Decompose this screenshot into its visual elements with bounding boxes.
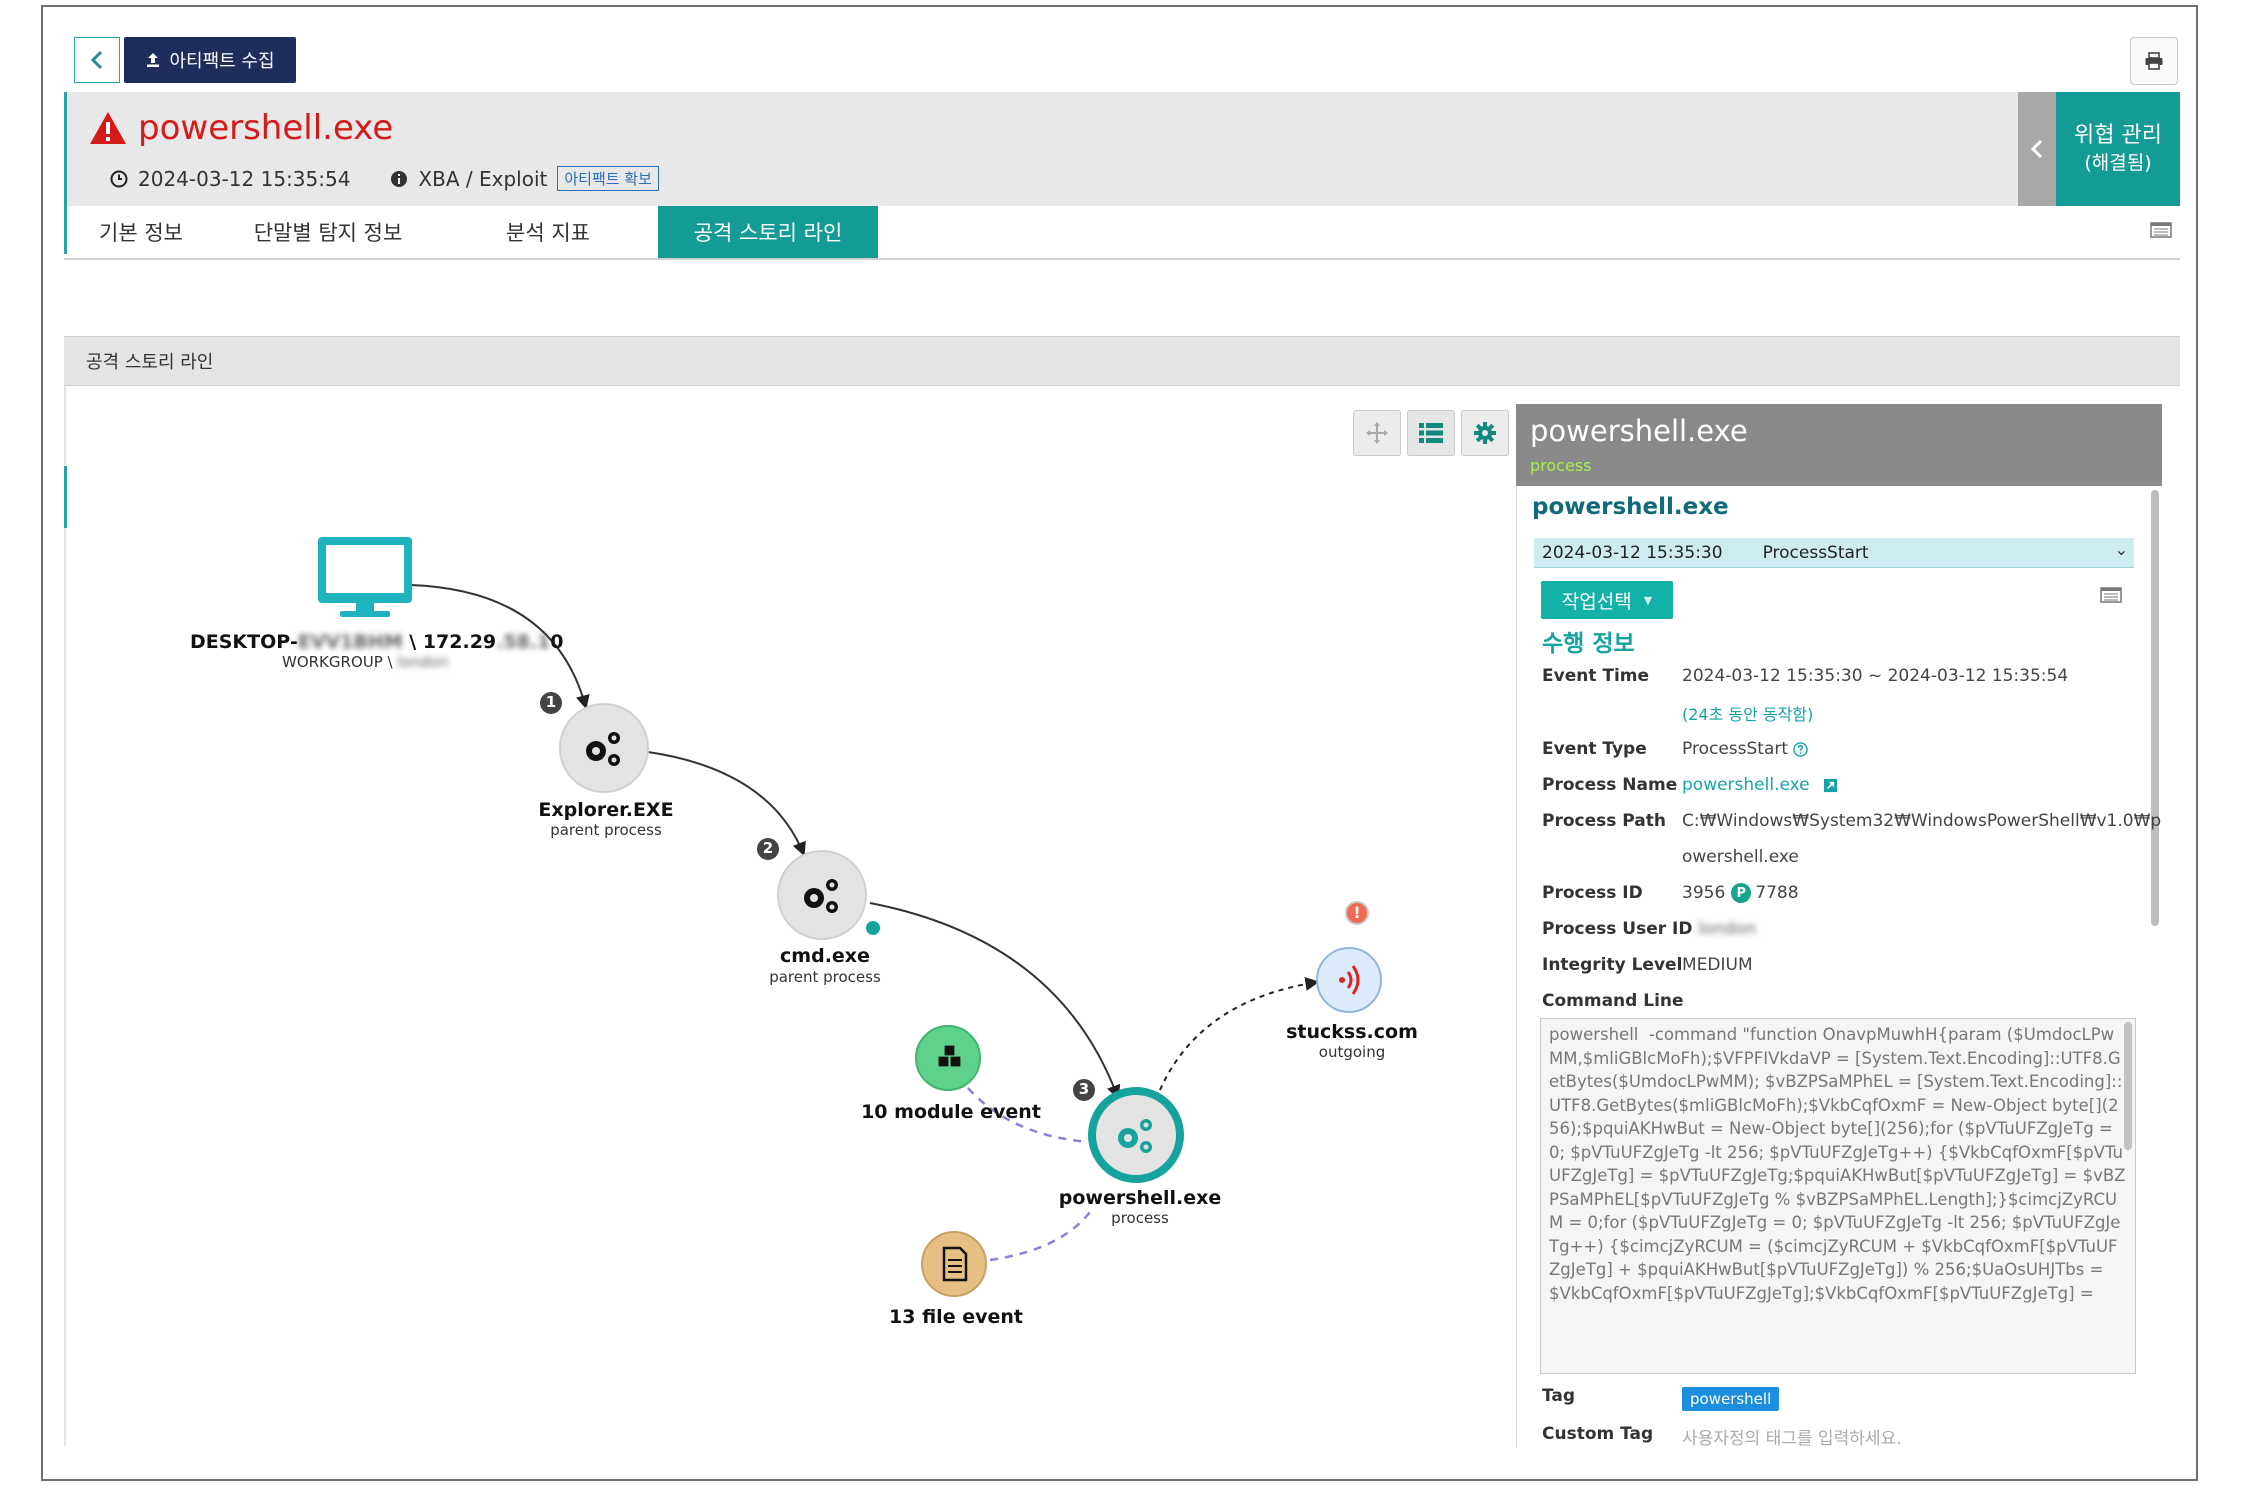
process-path-value-1: C:₩Windows₩System32₩WindowsPowerShell₩v1… [1682,811,2162,831]
integrity-level-label: Integrity Level [1542,955,1683,975]
storyline-graph [318,537,1382,1297]
integrity-level-value: MEDIUM [1682,955,1753,975]
card-view-icon[interactable] [2100,587,2122,607]
threat-management-label: 위협 관리 [2074,123,2162,149]
help-icon[interactable] [1793,741,1809,757]
process-path-value-2: owershell.exe [1682,847,1799,867]
process-id-label: Process ID [1542,883,1643,903]
powershell-node-target[interactable] [1088,1087,1184,1183]
step-number-2: 2 [762,839,774,857]
job-select-label: 작업선택 [1561,590,1632,613]
event-type-label: Event Type [1542,739,1647,759]
detail-panel-scrollbar[interactable] [2151,490,2159,926]
stuckss-sublabel: outgoing [1318,1043,1386,1061]
process-id-field: 3956 P 7788 [1682,883,1799,903]
threat-panel-toggle[interactable] [2018,92,2056,206]
process-id-value: 3956 [1682,883,1726,903]
process-name-label: Process Name [1542,775,1678,795]
tag-label: Tag [1542,1386,1576,1406]
explorer-label: Explorer.EXE [538,799,674,821]
parent-process-id: 7788 [1755,883,1799,903]
chevron-left-icon [2030,139,2043,159]
module-node-target[interactable] [916,1026,980,1090]
process-name-link[interactable]: powershell.exe [1682,775,1810,795]
event-type-value: ProcessStart [1682,739,1789,759]
alert-badge: ! [1353,903,1361,922]
stuckss-node-target[interactable] [1317,948,1381,1012]
process-name-heading: powershell.exe [1532,494,1729,520]
card-view-icon[interactable] [2150,222,2172,242]
command-line-label: Command Line [1542,991,1684,1011]
execution-info-title: 수행 정보 [1542,631,1635,657]
caret-down-icon: ▼ [1643,593,1653,607]
module-event-label: 10 module event [861,1101,1041,1123]
custom-tag-label: Custom Tag [1542,1424,1654,1444]
custom-tag-input[interactable]: 사용자정의 태그를 입력하세요. [1682,1424,1902,1449]
external-link-icon[interactable] [1823,778,1838,793]
event-duration-note: (24초 동안 동작함) [1682,705,1814,724]
parent-process-badge: P [1731,883,1752,903]
stuckss-label: stuckss.com [1286,1021,1418,1043]
step-number-1: 1 [545,693,557,711]
file-event-label: 13 file event [889,1306,1023,1328]
job-select-button[interactable]: 작업선택 ▼ [1541,581,1673,619]
print-button[interactable] [2130,37,2178,85]
detail-panel-subtitle: process [1530,456,1592,475]
tag-chip[interactable]: powershell [1682,1387,1780,1411]
host-workgroup: WORKGROUP \ london [282,653,449,671]
command-line-textarea[interactable]: powershell -command "function OnavpMuwhH… [1540,1018,2136,1374]
event-select-type: ProcessStart [1762,542,1869,563]
process-path-label: Process Path [1542,811,1666,831]
threat-status: (해결됨) [2084,151,2152,174]
step-number-3: 3 [1078,1080,1090,1098]
process-user-value: london [1698,919,1757,939]
process-user-label: Process User ID london [1542,919,1757,939]
threat-management-button[interactable]: 위협 관리 (해결됨) [2056,92,2180,206]
event-time-label: Event Time [1542,666,1650,686]
file-node-target[interactable] [922,1232,986,1296]
explorer-node-target[interactable] [560,704,648,792]
process-name-field: powershell.exe [1682,775,1838,795]
edge-cmd-powershell [869,902,1121,1100]
host-node[interactable] [318,537,412,617]
host-label: DESKTOP-EVV1BHM \ 172.29.58.10 [190,631,564,653]
chevron-down-icon: ⌄ [2114,540,2128,559]
event-time-value: 2024-03-12 15:35:30 ~ 2024-03-12 15:35:5… [1682,666,2069,686]
event-select[interactable]: 2024-03-12 15:35:30 ProcessStart ⌄ [1534,538,2134,568]
printer-icon [2145,52,2163,70]
explorer-sublabel: parent process [550,821,662,839]
detail-panel-title: powershell.exe [1530,414,1748,448]
event-select-time: 2024-03-12 15:35:30 [1542,542,1723,563]
edge-file-powershell [989,1211,1091,1262]
powershell-sublabel: process [1111,1209,1169,1227]
command-line-scrollbar[interactable] [2124,1022,2132,1150]
powershell-label: powershell.exe [1058,1187,1222,1209]
cmd-label: cmd.exe [780,945,870,967]
cmd-node-target[interactable] [778,851,866,939]
event-type-field: ProcessStart [1682,739,1809,759]
cmd-sublabel: parent process [769,968,881,986]
